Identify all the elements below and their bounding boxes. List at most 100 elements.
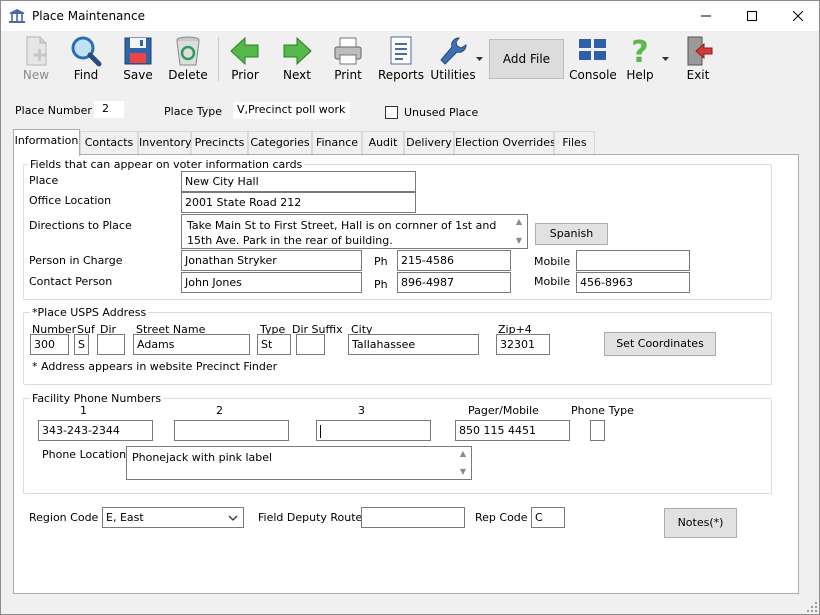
new-button[interactable]: New <box>10 33 62 87</box>
street-number-field[interactable]: 300 <box>30 334 69 355</box>
delete-button[interactable]: Delete <box>162 33 214 87</box>
report-document-icon <box>390 36 412 65</box>
tab-contacts[interactable]: Contacts <box>80 131 138 155</box>
help-label: Help <box>626 68 654 82</box>
reports-label: Reports <box>377 68 425 82</box>
street-name-field[interactable]: Adams <box>133 334 250 355</box>
region-code-value: E, East <box>106 511 144 524</box>
street-type-field[interactable]: St <box>257 334 291 355</box>
zip-field[interactable]: 32301 <box>496 334 550 355</box>
prior-label: Prior <box>231 68 259 82</box>
scroll-up-icon[interactable]: ▲ <box>457 449 469 459</box>
tab-election-overrides[interactable]: Election Overrides <box>454 131 556 155</box>
directions-scrollbar[interactable]: ▲ ▼ <box>513 217 525 246</box>
tab-information[interactable]: Information <box>13 129 80 156</box>
directions-textarea[interactable]: Take Main St to First Street, Hall is on… <box>181 214 528 249</box>
city-field[interactable]: Tallahassee <box>348 334 479 355</box>
phone-col1-label: 1 <box>80 404 87 417</box>
help-dropdown-arrow-icon[interactable] <box>662 57 669 62</box>
arrow-left-icon <box>230 36 259 66</box>
usps-note: * Address appears in website Precinct Fi… <box>32 360 278 373</box>
pager-mobile-field[interactable]: 850 115 4451 <box>455 420 570 441</box>
minimize-button[interactable] <box>683 1 729 31</box>
phone2-field[interactable] <box>174 420 289 441</box>
phone-location-label: Phone Location <box>42 448 127 461</box>
unused-place-checkbox[interactable] <box>385 106 398 119</box>
phone-type-field[interactable] <box>590 420 605 441</box>
prior-button[interactable]: Prior <box>219 33 271 87</box>
resize-grip-icon[interactable] <box>807 602 817 612</box>
contact-ph-label: Ph <box>374 278 388 291</box>
dropdown-arrow-icon[interactable] <box>476 57 483 62</box>
magnifier-icon <box>71 36 102 67</box>
place-maintenance-window: Place Maintenance New Find Save Delete P… <box>0 0 820 615</box>
title-bar: Place Maintenance <box>1 1 819 31</box>
contact-person-field[interactable]: John Jones <box>181 272 362 293</box>
place-field[interactable]: New City Hall <box>181 171 416 192</box>
person-mobile-field[interactable] <box>576 250 690 271</box>
facility-title: Facility Phone Numbers <box>30 392 164 405</box>
tab-categories[interactable]: Categories <box>248 131 312 155</box>
person-in-charge-field[interactable]: Jonathan Stryker <box>181 250 362 271</box>
exit-button[interactable]: Exit <box>672 33 724 87</box>
new-document-icon <box>26 36 47 66</box>
scroll-up-icon[interactable]: ▲ <box>513 217 525 227</box>
region-code-select[interactable]: E, East <box>102 507 244 528</box>
utilities-button[interactable]: Utilities <box>427 33 479 87</box>
contact-mobile-field[interactable]: 456-8963 <box>576 272 690 293</box>
person-phone-field[interactable]: 215-4586 <box>397 250 511 271</box>
scroll-down-icon[interactable]: ▼ <box>513 236 525 246</box>
print-button[interactable]: Print <box>322 33 374 87</box>
find-button[interactable]: Find <box>60 33 112 87</box>
phone3-field[interactable] <box>316 420 431 441</box>
console-button[interactable]: Console <box>567 33 619 87</box>
phone-location-scrollbar[interactable]: ▲ ▼ <box>457 449 469 477</box>
arrow-right-icon <box>283 36 312 66</box>
close-button[interactable] <box>775 1 820 31</box>
office-location-field[interactable]: 2001 State Road 212 <box>181 192 416 213</box>
dir-suffix-field[interactable] <box>296 334 325 355</box>
suffix-field[interactable]: S <box>74 334 89 355</box>
place-type-field[interactable]: V,Precinct poll work <box>233 102 350 119</box>
tab-delivery[interactable]: Delivery <box>404 131 454 155</box>
floppy-disk-icon <box>124 37 152 65</box>
phone1-field[interactable]: 343-243-2344 <box>38 420 153 441</box>
usps-title: *Place USPS Address <box>30 306 149 319</box>
save-button[interactable]: Save <box>112 33 164 87</box>
printer-icon <box>334 37 362 65</box>
reports-button[interactable]: Reports <box>375 33 427 87</box>
console-icon <box>579 39 606 60</box>
directions-text: Take Main St to First Street, Hall is on… <box>187 219 497 247</box>
tab-inventory[interactable]: Inventory <box>138 131 192 155</box>
place-label: Place <box>29 174 59 187</box>
find-label: Find <box>73 68 99 82</box>
save-label: Save <box>123 68 153 82</box>
phone-location-textarea[interactable]: Phonejack with pink label ▲ ▼ <box>126 446 472 480</box>
region-code-label: Region Code <box>29 511 99 524</box>
maximize-button[interactable] <box>729 1 775 31</box>
exit-label: Exit <box>686 68 710 82</box>
tab-finance[interactable]: Finance <box>312 131 362 155</box>
scroll-down-icon[interactable]: ▼ <box>457 467 469 477</box>
place-number-field[interactable]: 2 <box>94 101 124 118</box>
field-deputy-route-field[interactable] <box>361 507 465 528</box>
rep-code-field[interactable]: C <box>531 507 565 528</box>
notes-button[interactable]: Notes(*) <box>664 508 737 538</box>
direction-field[interactable] <box>97 334 125 355</box>
contact-phone-field[interactable]: 896-4987 <box>397 272 511 293</box>
phone-col3-label: 3 <box>358 404 365 417</box>
tab-precincts[interactable]: Precincts <box>191 131 248 155</box>
utilities-label: Utilities <box>430 68 476 82</box>
phone-type-label: Phone Type <box>571 404 634 417</box>
spanish-button[interactable]: Spanish <box>535 223 608 245</box>
print-label: Print <box>334 68 362 82</box>
close-icon <box>792 10 804 22</box>
pager-mobile-label: Pager/Mobile <box>468 404 539 417</box>
add-file-button[interactable]: Add File <box>489 39 564 79</box>
next-button[interactable]: Next <box>271 33 323 87</box>
set-coordinates-button[interactable]: Set Coordinates <box>604 332 716 356</box>
person-in-charge-label: Person in Charge <box>29 254 123 267</box>
help-button[interactable]: ? Help <box>614 33 666 87</box>
tab-audit[interactable]: Audit <box>362 131 404 155</box>
tab-files[interactable]: Files <box>554 131 595 155</box>
